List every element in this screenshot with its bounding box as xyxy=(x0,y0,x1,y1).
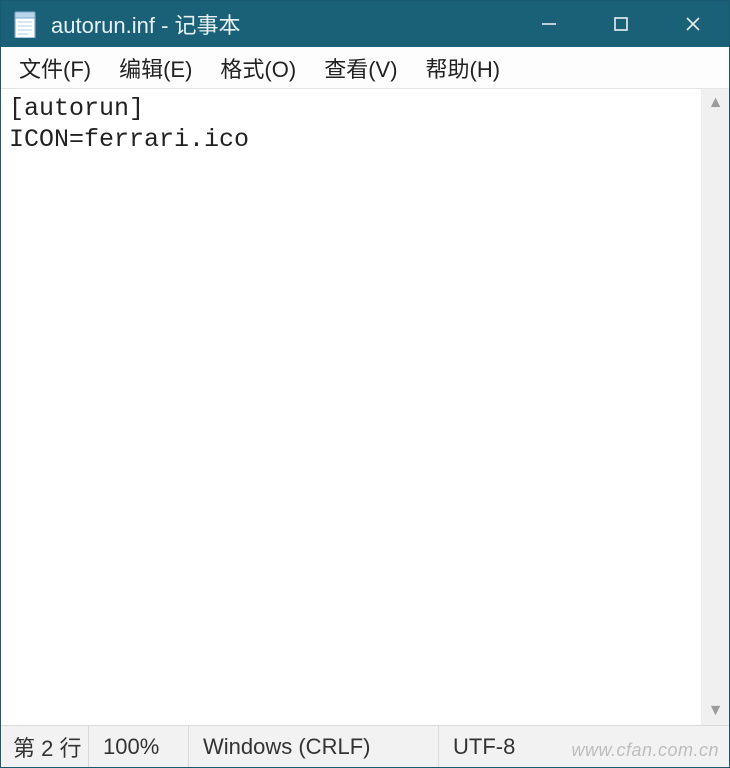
menubar: 文件(F) 编辑(E) 格式(O) 查看(V) 帮助(H) xyxy=(1,47,729,89)
status-zoom: 100% xyxy=(89,726,189,767)
scroll-up-icon[interactable]: ▲ xyxy=(708,95,724,111)
window-title: autorun.inf - 记事本 xyxy=(51,8,241,40)
vertical-scrollbar[interactable]: ▲ ▼ xyxy=(701,89,729,725)
menu-format[interactable]: 格式(O) xyxy=(210,46,314,90)
titlebar[interactable]: autorun.inf - 记事本 xyxy=(1,1,729,47)
notepad-window: autorun.inf - 记事本 文件(F) 编辑(E) 格式(O) 查看(V… xyxy=(0,0,730,768)
menu-edit[interactable]: 编辑(E) xyxy=(109,46,210,90)
menu-help[interactable]: 帮助(H) xyxy=(416,46,519,90)
statusbar: 第 2 行 100% Windows (CRLF) UTF-8 xyxy=(1,725,729,767)
notepad-icon xyxy=(13,10,37,38)
menu-file[interactable]: 文件(F) xyxy=(9,46,109,90)
menu-view[interactable]: 查看(V) xyxy=(314,46,415,90)
close-button[interactable] xyxy=(657,1,729,47)
text-editor[interactable]: [autorun] ICON=ferrari.ico xyxy=(1,89,701,725)
editor-area: [autorun] ICON=ferrari.ico ▲ ▼ xyxy=(1,89,729,725)
maximize-button[interactable] xyxy=(585,1,657,47)
scroll-down-icon[interactable]: ▼ xyxy=(708,703,724,719)
window-controls xyxy=(513,1,729,47)
status-encoding: UTF-8 xyxy=(439,726,729,767)
status-line-ending: Windows (CRLF) xyxy=(189,726,439,767)
status-position: 第 2 行 xyxy=(1,726,89,767)
minimize-button[interactable] xyxy=(513,1,585,47)
